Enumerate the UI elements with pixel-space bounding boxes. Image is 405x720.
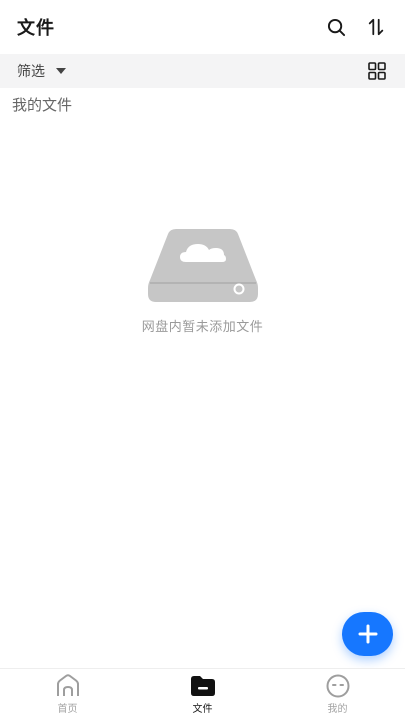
plus-icon: [358, 624, 377, 644]
page-title: 文件: [17, 18, 55, 39]
empty-message: 网盘内暂未添加文件: [141, 320, 264, 335]
empty-state: 网盘内暂未添加文件: [0, 228, 405, 335]
nav-item-home[interactable]: 首页: [28, 674, 108, 715]
search-icon: [327, 18, 345, 36]
caret-down-icon: [56, 68, 66, 74]
sort-icon: [368, 18, 384, 36]
add-file-button[interactable]: [342, 612, 393, 656]
nav-item-profile[interactable]: 我的: [298, 674, 378, 715]
grid-view-icon: [368, 62, 386, 80]
header-actions: [325, 16, 387, 38]
bottom-nav: 首页 文件 我的: [0, 668, 405, 720]
nav-item-files[interactable]: 文件: [163, 674, 243, 715]
header-bar: 文件: [0, 0, 405, 54]
nav-label-profile: 我的: [327, 704, 348, 715]
filter-label: 筛选: [17, 64, 45, 80]
cloud-drive-icon: [147, 229, 258, 302]
section-label: 我的文件: [12, 96, 73, 114]
folder-icon: [190, 676, 215, 696]
sort-button[interactable]: [365, 16, 387, 38]
grid-view-button[interactable]: [366, 60, 388, 82]
search-button[interactable]: [325, 16, 347, 38]
profile-icon: [326, 674, 349, 698]
home-icon: [56, 674, 79, 696]
app-root: 文件 筛选 我的文件 网盘内暂未添加文件 首页 文件 我的: [0, 0, 405, 720]
nav-label-home: 首页: [57, 704, 78, 715]
nav-label-files: 文件: [192, 704, 213, 715]
filter-dropdown[interactable]: 筛选: [17, 61, 67, 81]
filter-bar: 筛选: [0, 54, 405, 88]
